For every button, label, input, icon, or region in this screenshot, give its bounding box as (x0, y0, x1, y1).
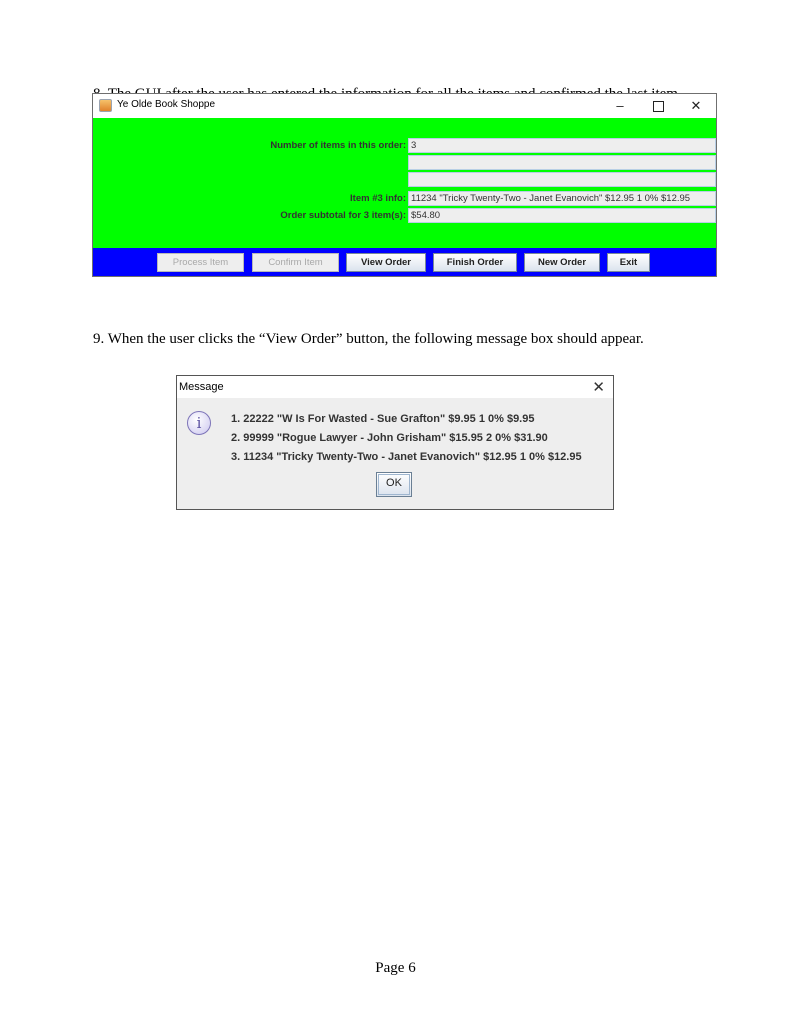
new-order-button[interactable]: New Order (524, 253, 600, 272)
minimize-button[interactable]: – (603, 96, 637, 116)
button-bar: Process Item Confirm Item View Order Fin… (93, 248, 716, 276)
window-title: Ye Olde Book Shoppe (117, 99, 216, 110)
info-icon: i (187, 411, 211, 435)
item-info-field[interactable]: 11234 "Tricky Twenty-Two - Janet Evanovi… (408, 191, 716, 206)
exit-button[interactable]: Exit (607, 253, 650, 272)
order-line: 1. 22222 "W Is For Wasted - Sue Grafton"… (231, 413, 535, 425)
finish-order-button[interactable]: Finish Order (433, 253, 517, 272)
order-line: 3. 11234 "Tricky Twenty-Two - Janet Evan… (231, 451, 582, 463)
process-item-button[interactable]: Process Item (157, 253, 244, 272)
message-dialog: Message ✕ i 1. 22222 "W Is For Wasted - … (176, 375, 614, 510)
window-titlebar[interactable]: Ye Olde Book Shoppe – ✕ (93, 94, 716, 118)
ok-button[interactable]: OK (376, 472, 412, 497)
items-count-label: Number of items in this order: (270, 140, 406, 151)
subtotal-label: Order subtotal for 3 item(s): (280, 210, 406, 221)
step-9-caption: 9. When the user clicks the “View Order”… (93, 331, 644, 347)
dialog-titlebar[interactable]: Message ✕ (177, 376, 613, 398)
dialog-title: Message (179, 381, 224, 393)
close-button[interactable]: ✕ (679, 96, 713, 116)
maximize-icon (652, 101, 664, 113)
book-shoppe-window: Ye Olde Book Shoppe – ✕ Number of items … (92, 93, 717, 277)
order-form-panel: Number of items in this order: 3 Item #3… (93, 118, 716, 248)
java-app-icon (99, 99, 112, 112)
quantity-field[interactable] (408, 172, 716, 187)
order-line: 2. 99999 "Rogue Lawyer - John Grisham" $… (231, 432, 548, 444)
subtotal-field[interactable]: $54.80 (408, 208, 716, 223)
confirm-item-button[interactable]: Confirm Item (252, 253, 339, 272)
item-info-label: Item #3 info: (350, 193, 406, 204)
dialog-close-button[interactable]: ✕ (592, 378, 605, 396)
view-order-button[interactable]: View Order (346, 253, 426, 272)
items-count-field[interactable]: 3 (408, 138, 716, 153)
maximize-button[interactable] (641, 96, 675, 116)
book-id-field[interactable] (408, 155, 716, 170)
page-number: Page 6 (375, 960, 416, 976)
